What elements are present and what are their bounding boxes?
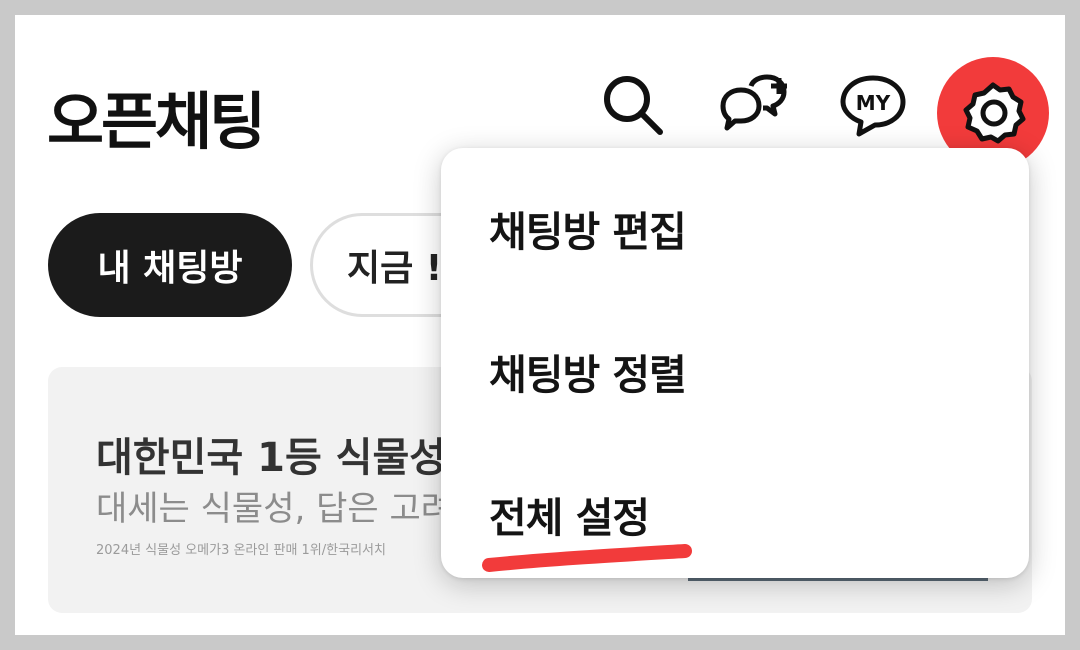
search-icon[interactable] (595, 67, 671, 143)
my-icon-text: MY (856, 91, 891, 115)
settings-gear-icon[interactable] (955, 75, 1031, 151)
my-chat-icon[interactable]: MY (835, 67, 911, 143)
banner-title: 대한민국 1등 식물성 (96, 435, 447, 481)
open-chat-screen: 오픈채팅 MY 내 채팅방 지금 ! 대한민국 1등 식물성 대세는 식물성, … (15, 15, 1065, 635)
settings-dropdown-menu: 채팅방 편집 채팅방 정렬 전체 설정 (441, 148, 1029, 578)
menu-item-all-settings[interactable]: 전체 설정 (489, 484, 650, 544)
menu-item-sort-chatrooms[interactable]: 채팅방 정렬 (489, 341, 687, 401)
tab-my-chatrooms[interactable]: 내 채팅방 (48, 213, 292, 317)
page-title: 오픈채팅 (47, 85, 266, 158)
highlight-underline (482, 544, 692, 572)
menu-item-edit-chatrooms[interactable]: 채팅방 편집 (489, 198, 687, 258)
new-chat-icon[interactable] (715, 67, 791, 143)
banner-fine-print: 2024년 식물성 오메가3 온라인 판매 1위/한국리서치 (96, 543, 386, 558)
banner-subtitle: 대세는 식물성, 답은 고려 (96, 489, 453, 529)
